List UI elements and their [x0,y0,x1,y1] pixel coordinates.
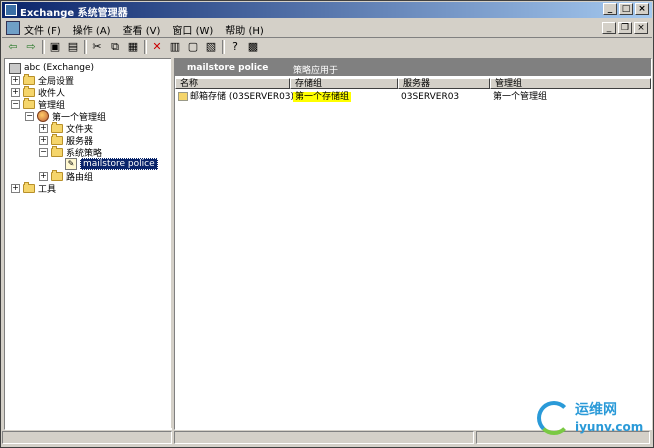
watermark-text: 运维网 [575,402,617,418]
console-icon[interactable]: ▩ [246,40,260,54]
expand-icon[interactable]: + [11,75,20,85]
tree-label-system-policies: 系统策略 [66,148,103,159]
tree-node-servers[interactable]: + 服务器 [39,133,93,147]
tree-node-system-policies[interactable]: − 系统策略 [39,145,103,159]
menu-file[interactable]: 文件 (F) [24,22,61,37]
details-header-tab[interactable]: 策略应用于 [293,63,338,76]
folder-icon [23,181,35,193]
collapse-icon[interactable]: − [39,147,48,157]
help-icon[interactable]: ? [228,40,242,54]
window-title: Exchange 系统管理器 [20,8,128,19]
watermark: 运维网 iyunv.com [537,399,647,439]
status-panel [174,431,474,444]
close-button[interactable]: × [635,3,649,15]
menu-action[interactable]: 操作 (A) [73,22,111,37]
folder-icon [51,169,63,181]
expand-icon[interactable]: + [39,135,48,145]
tree-node-recipients[interactable]: + 收件人 [11,85,65,99]
menu-bar: 文件 (F) 操作 (A) 查看 (V) 窗口 (W) 帮助 (H) _ ❐ × [2,19,652,38]
status-panel [2,431,172,444]
row-name: 邮箱存储 (03SERVER03) [190,92,295,102]
folder-icon [51,121,63,133]
toolbar-separator [222,40,225,54]
up-folder-icon[interactable]: ▣ [48,40,62,54]
row-server: 03SERVER03 [401,92,460,102]
tree-node-tools[interactable]: + 工具 [11,181,57,195]
tree-node-global[interactable]: + 全局设置 [11,73,74,87]
column-name[interactable]: 名称 [175,78,290,89]
row-storage-group: 第一个存储组 [293,92,352,102]
copy-icon[interactable]: ⧉ [108,40,122,54]
folder-icon [23,85,35,97]
organization-icon [9,62,21,74]
collapse-icon[interactable]: − [11,99,20,109]
details-header-name: mailstore police [187,63,269,73]
show-tree-icon[interactable]: ▤ [66,40,80,54]
delete-icon[interactable]: ✕ [150,40,164,54]
column-server[interactable]: 服务器 [398,78,490,89]
details-header-bar: mailstore police 策略应用于 [175,59,651,76]
column-storage-group[interactable]: 存储组 [290,78,398,89]
child-restore-button[interactable]: ❐ [618,22,632,34]
folder-icon [51,145,63,157]
maximize-button[interactable]: □ [619,3,633,15]
tree-node-policy[interactable]: ✎ mailstore police [65,158,158,170]
forward-icon[interactable]: ⇨ [24,40,38,54]
export-icon[interactable]: ▧ [204,40,218,54]
toolbar: ⇦ ⇨ ▣ ▤ ✂ ⧉ ▦ ✕ ▥ ▢ ▧ ? ▩ [2,38,652,56]
policy-icon: ✎ [65,158,77,170]
menu-window[interactable]: 窗口 (W) [172,22,213,37]
tree-node-first-group[interactable]: − 第一个管理组 [25,110,106,123]
main-window: Exchange 系统管理器 _ □ × 文件 (F) 操作 (A) 查看 (V… [0,0,654,448]
row-admin-group: 第一个管理组 [493,92,548,102]
watermark-url: iyunv.com [575,420,644,434]
refresh-icon[interactable]: ▢ [186,40,200,54]
admin-group-icon [37,110,49,122]
app-icon [5,4,17,16]
column-admin-group[interactable]: 管理组 [490,78,651,89]
folder-icon [23,73,35,85]
child-minimize-button[interactable]: _ [602,22,616,34]
paste-icon[interactable]: ▦ [126,40,140,54]
folder-icon [51,133,63,145]
minimize-button[interactable]: _ [603,3,617,15]
tree-node-routing[interactable]: + 路由组 [39,169,94,183]
back-icon[interactable]: ⇦ [6,40,20,54]
tree-node-folders[interactable]: + 文件夹 [39,121,93,135]
menu-help[interactable]: 帮助 (H) [225,22,264,37]
properties-icon[interactable]: ▥ [168,40,182,54]
expand-icon[interactable]: + [11,87,20,97]
title-bar[interactable]: Exchange 系统管理器 _ □ × [2,2,652,19]
expand-icon[interactable]: + [39,171,48,181]
toolbar-separator [42,40,45,54]
mailbox-store-icon [178,92,188,101]
details-pane: mailstore police 策略应用于 名称 存储组 服务器 管理组 邮箱… [174,58,652,430]
expand-icon[interactable]: + [39,123,48,133]
tree-label-tools: 工具 [38,184,57,195]
toolbar-separator [84,40,87,54]
toolbar-separator [144,40,147,54]
collapse-icon[interactable]: − [25,111,34,121]
menu-view[interactable]: 查看 (V) [123,22,161,37]
tree-node-root[interactable]: abc (Exchange) [9,62,94,74]
tree-label-routing: 路由组 [66,172,94,183]
tree-node-admin-groups[interactable]: − 管理组 [11,97,65,111]
tree-label-root: abc (Exchange) [24,63,95,73]
console-tree[interactable]: abc (Exchange) + 全局设置 + 收件人 − 管理组 − 第一个管… [4,58,172,430]
folder-icon [23,97,35,109]
child-close-button[interactable]: × [634,22,648,34]
watermark-logo-icon [537,401,571,435]
column-header: 名称 存储组 服务器 管理组 [175,78,651,89]
expand-icon[interactable]: + [11,183,20,193]
tree-label-policy: mailstore police [80,158,158,170]
table-row[interactable]: 邮箱存储 (03SERVER03) 第一个存储组 03SERVER03 第一个管… [175,91,651,104]
cut-icon[interactable]: ✂ [90,40,104,54]
console-menu-icon[interactable] [6,21,20,35]
